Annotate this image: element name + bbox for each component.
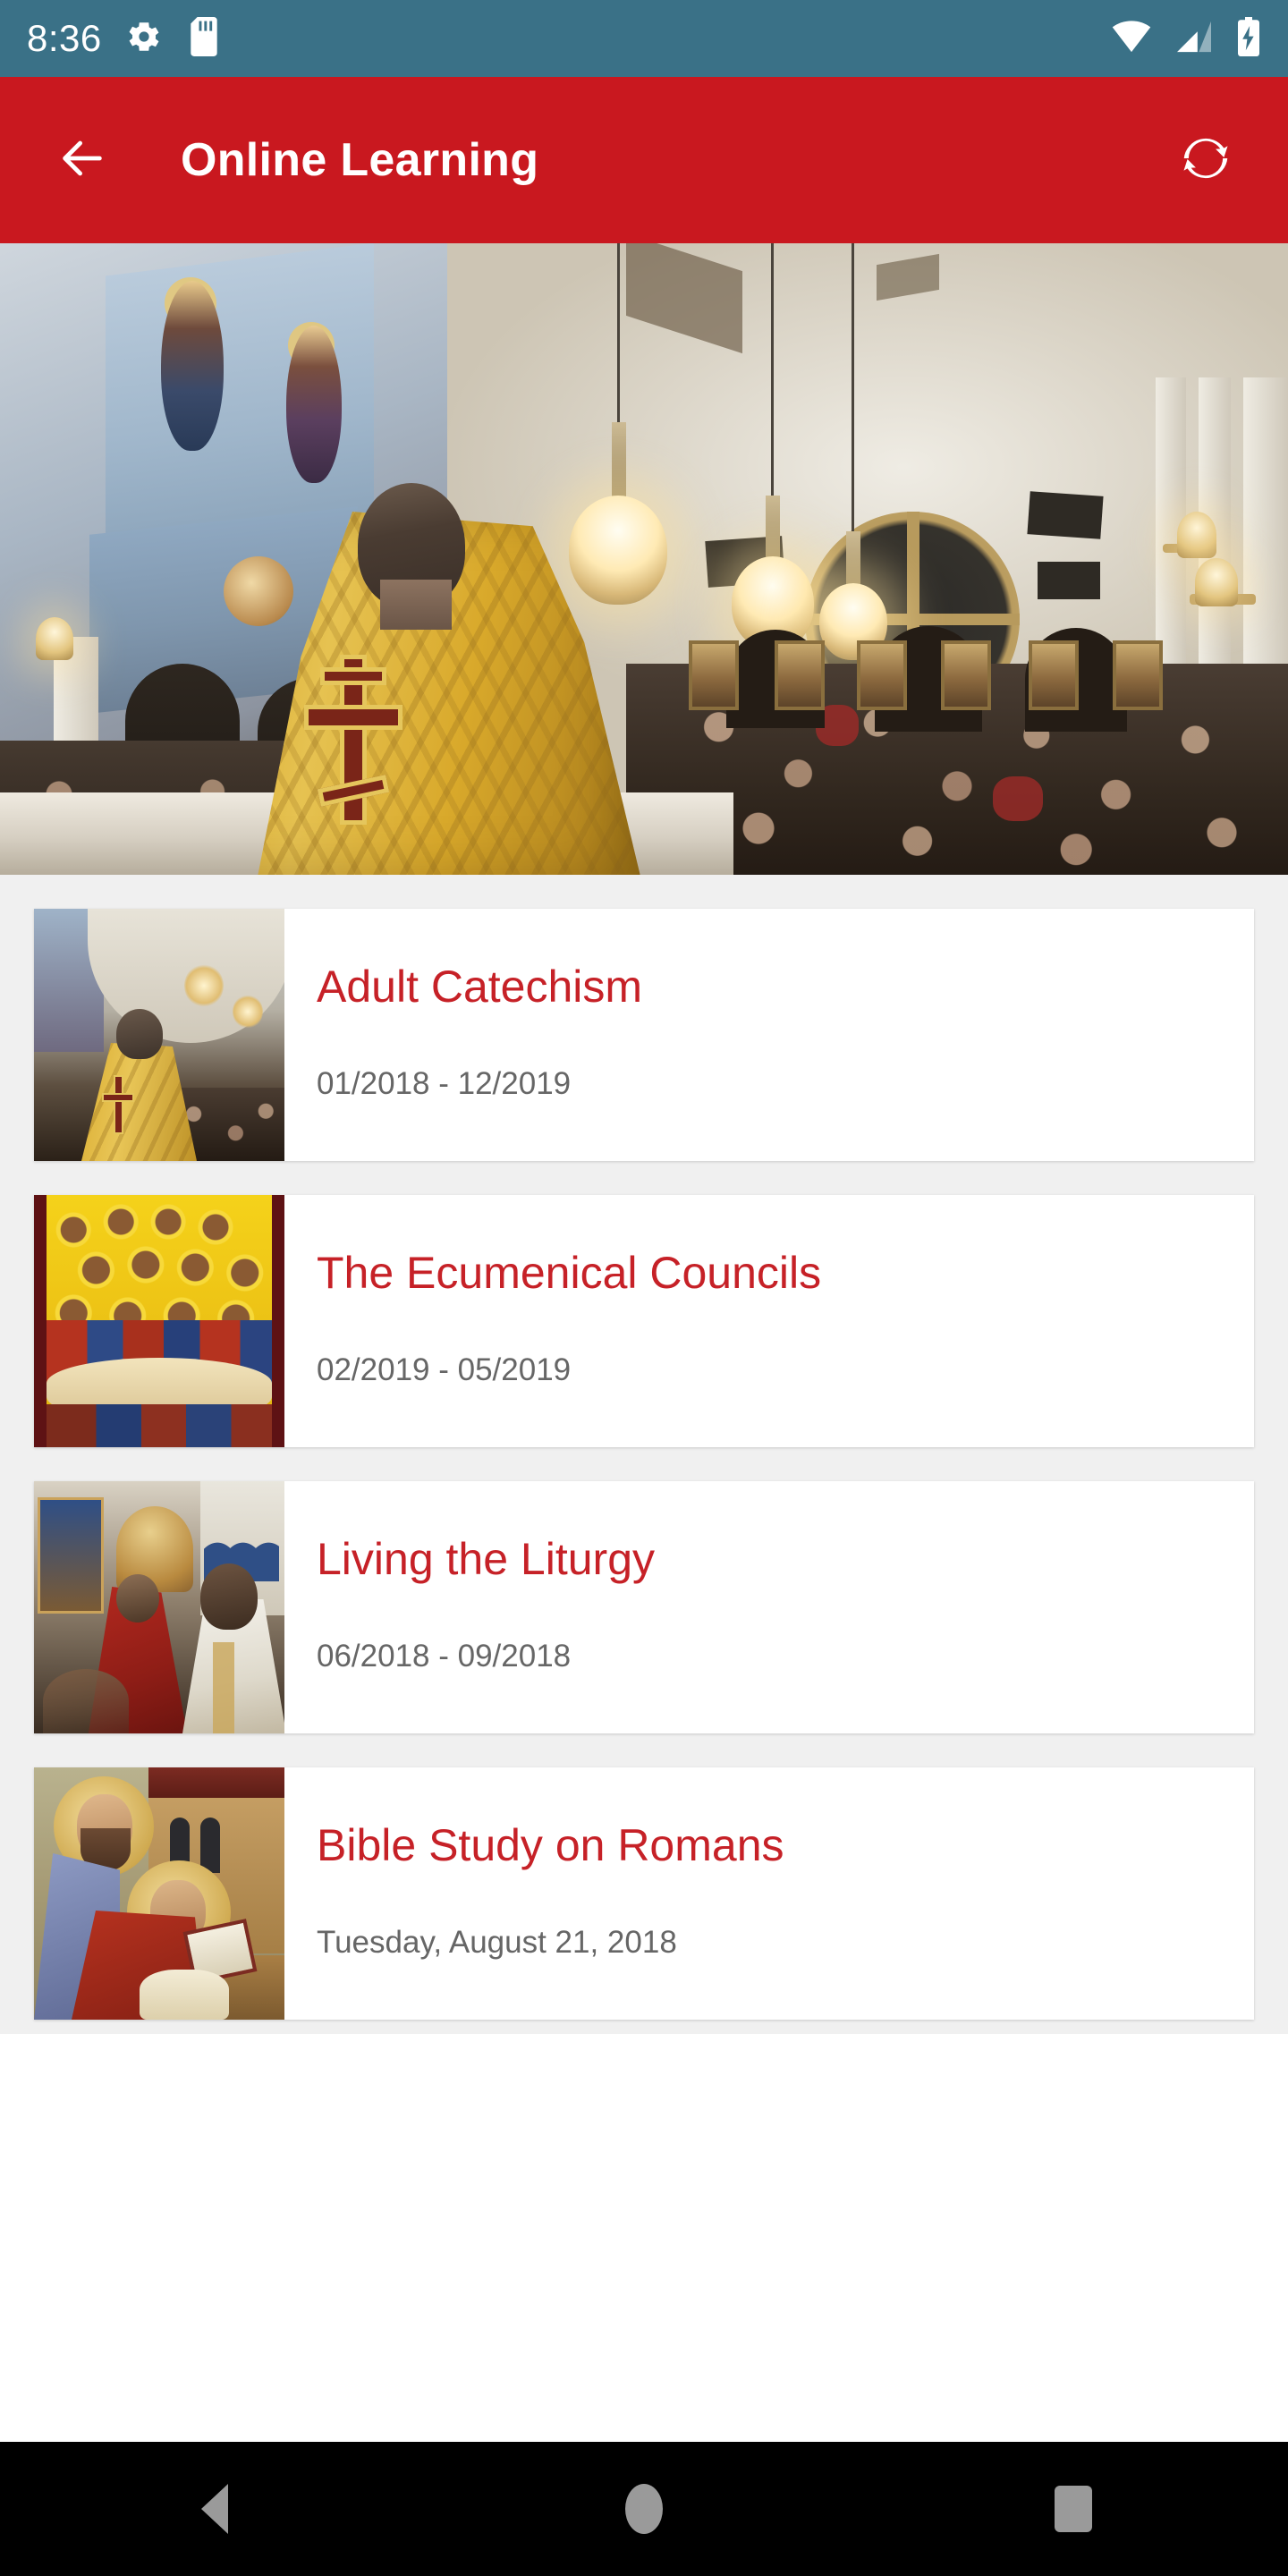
battery-charging-icon (1236, 16, 1261, 61)
sd-card-icon (186, 16, 222, 61)
page-title: Online Learning (181, 134, 539, 186)
nav-back-button[interactable] (143, 2442, 286, 2576)
course-info: The Ecumenical Councils 02/2019 - 05/201… (284, 1195, 1254, 1447)
course-info: Living the Liturgy 06/2018 - 09/2018 (284, 1481, 1254, 1733)
gear-icon (125, 18, 163, 60)
course-thumbnail (34, 1195, 284, 1447)
course-info: Bible Study on Romans Tuesday, August 21… (284, 1767, 1254, 2020)
refresh-button[interactable] (1165, 119, 1247, 201)
course-list[interactable]: Adult Catechism 01/2018 - 12/2019 The Ec… (0, 875, 1288, 2034)
status-bar-clock: 8:36 (27, 17, 102, 59)
status-bar: 8:36 (0, 0, 1288, 77)
nav-recents-button[interactable] (1002, 2442, 1145, 2576)
hero-image (0, 243, 1288, 875)
empty-space (0, 2034, 1288, 2442)
course-dates: 06/2018 - 09/2018 (317, 1639, 572, 1674)
course-title: Bible Study on Romans (317, 1820, 784, 1870)
hero-church-illustration (0, 243, 1288, 875)
app-bar: Online Learning (0, 77, 1288, 243)
nav-home-button[interactable] (572, 2442, 716, 2576)
back-button[interactable] (41, 119, 123, 201)
list-item[interactable]: Bible Study on Romans Tuesday, August 21… (34, 1767, 1254, 2020)
cellular-signal-icon (1175, 20, 1213, 58)
refresh-sync-icon (1178, 131, 1233, 191)
course-title: Adult Catechism (317, 962, 643, 1012)
course-dates: Tuesday, August 21, 2018 (317, 1925, 677, 1960)
recents-square-icon (1055, 2486, 1092, 2532)
back-triangle-icon (201, 2484, 228, 2534)
list-item[interactable]: Living the Liturgy 06/2018 - 09/2018 (34, 1481, 1254, 1733)
course-dates: 01/2018 - 12/2019 (317, 1066, 572, 1101)
back-arrow-icon (56, 132, 108, 189)
android-navigation-bar (0, 2442, 1288, 2576)
app-screen: 8:36 Online Learning Adult Catechism 01/… (0, 0, 1288, 2576)
course-thumbnail (34, 909, 284, 1161)
course-dates: 02/2019 - 05/2019 (317, 1352, 572, 1387)
status-bar-left: 8:36 (27, 16, 222, 61)
home-circle-icon (625, 2484, 663, 2534)
course-title: Living the Liturgy (317, 1534, 656, 1584)
status-bar-right (1111, 16, 1261, 61)
wifi-icon (1111, 20, 1152, 58)
list-item[interactable]: Adult Catechism 01/2018 - 12/2019 (34, 909, 1254, 1161)
course-thumbnail (34, 1481, 284, 1733)
course-thumbnail (34, 1767, 284, 2020)
course-info: Adult Catechism 01/2018 - 12/2019 (284, 909, 1254, 1161)
app-bar-actions (1165, 119, 1247, 201)
list-item[interactable]: The Ecumenical Councils 02/2019 - 05/201… (34, 1195, 1254, 1447)
course-title: The Ecumenical Councils (317, 1248, 822, 1298)
